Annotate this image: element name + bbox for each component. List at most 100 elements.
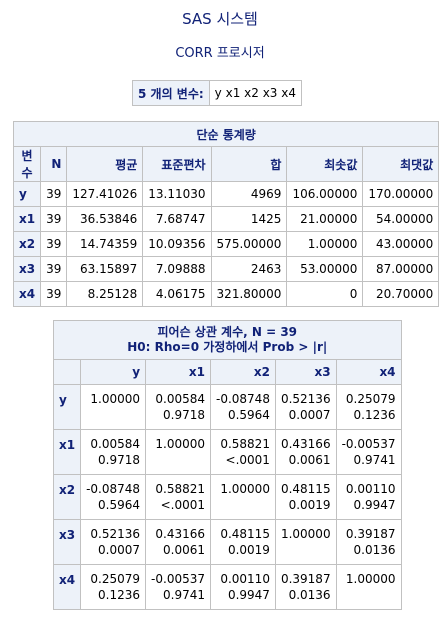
corr-coefficient: 0.52136 [280,392,331,406]
corr-pvalue: 0.0019 [227,543,270,557]
corr-pvalue: 0.1236 [98,588,141,602]
corr-coefficient: 0.00584 [155,392,205,406]
corr-column-header: x2 [210,359,276,385]
stats-cell: 53.00000 [286,256,364,282]
corr-row-label: x3 [52,519,82,565]
simple-stats-table: 단순 통계량 변수 N 평균 표준편차 합 최솟값 최댓값 y 39 127.410… [12,121,440,307]
corr-cell: -0.00537 0.9741 [335,429,402,475]
corr-coefficient: 1.00000 [90,392,141,406]
stats-cell: 4969 [210,181,288,207]
corr-cell: 0.00584 0.9718 [80,429,147,475]
corr-coefficient: 0.25079 [90,572,141,586]
corr-cell: 1.00000 [335,564,402,610]
stats-cell: 8.25128 [66,281,144,307]
corr-pvalue: 0.0019 [288,498,331,512]
corr-coefficient: 0.00110 [220,572,270,586]
stats-row: y 39 127.41026 13.11030 4969 106.00000 170.000… [12,181,440,207]
corr-pvalue: 0.0007 [98,543,141,557]
corr-cell: 0.43166 0.0061 [145,519,211,565]
corr-pvalue: 0.9718 [98,453,141,467]
corr-cell: 0.00110 0.9947 [335,474,402,520]
corr-row-label: y [52,384,82,430]
corr-cell: 0.39187 0.0136 [335,519,402,565]
corr-pvalue: <.0001 [160,498,205,512]
stats-cell: 87.00000 [362,256,440,282]
corr-column-header: x3 [274,359,337,385]
stats-row-label: x2 [12,231,42,257]
correlation-table: 피어슨 상관 계수, N = 39 H0: Rho=0 가정하에서 Prob >… [52,320,402,610]
stats-cell: 20.70000 [362,281,440,307]
corr-column-header: x1 [145,359,211,385]
corr-coefficient: 0.39187 [345,527,396,541]
corr-column-header: y [80,359,147,385]
corr-coefficient: 0.48115 [280,482,331,496]
corr-cell: 0.52136 0.0007 [274,384,337,430]
stats-row: x3 39 63.15897 7.09888 2463 53.00000 87.00000 [12,256,440,282]
corr-column-header: x4 [335,359,402,385]
stats-header: N [40,146,68,182]
correlation-title-line2: H0: Rho=0 가정하에서 Prob > |r| [127,340,328,354]
stats-cell: 575.00000 [210,231,288,257]
stats-cell: 39 [40,281,68,307]
corr-pvalue: 0.1236 [353,408,396,422]
correlation-title-line1: 피어슨 상관 계수, N = 39 [157,325,298,339]
procedure-title: CORR 프로시저 [175,46,265,61]
stats-cell: 39 [40,206,68,232]
corr-coefficient: 0.43166 [280,437,331,451]
corr-cell: 1.00000 [145,429,211,475]
stats-cell: 39 [40,181,68,207]
stats-row: x1 39 36.53846 7.68747 1425 21.00000 54.00000 [12,206,440,232]
corr-coefficient: -0.00537 [151,572,205,586]
stats-cell: 39 [40,231,68,257]
corr-pvalue: 0.5964 [98,498,141,512]
stats-header: 최댓값 [362,146,440,182]
corr-coefficient: 0.39187 [280,572,331,586]
corr-row: x3 0.52136 0.0007 0.43166 0.0061 0.48115 0.001… [52,519,402,565]
variables-list: y x1 x2 x3 x4 [208,80,302,106]
corr-corner-header [52,359,82,385]
corr-cell: 1.00000 [80,384,147,430]
corr-cell: 0.39187 0.0136 [274,564,337,610]
corr-pvalue: 0.9947 [353,498,396,512]
stats-header: 평균 [66,146,144,182]
corr-pvalue: 0.0136 [288,588,331,602]
stats-row: x4 39 8.25128 4.06175 321.80000 0 20.70000 [12,281,440,307]
corr-coefficient: 0.00110 [345,482,396,496]
stats-cell: 43.00000 [362,231,440,257]
stats-cell: 39 [40,256,68,282]
stats-header: 최솟값 [286,146,364,182]
corr-pvalue: 0.5964 [227,408,270,422]
corr-pvalue: 0.9741 [353,453,396,467]
corr-cell: 1.00000 [210,474,276,520]
corr-cell: 0.43166 0.0061 [274,429,337,475]
corr-cell: -0.00537 0.9741 [145,564,211,610]
stats-cell: 106.00000 [286,181,364,207]
page-title: SAS 시스템 [182,10,258,28]
corr-coefficient: 0.00584 [90,437,141,451]
simple-stats-title: 단순 통계량 [12,121,440,147]
correlation-title: 피어슨 상관 계수, N = 39 H0: Rho=0 가정하에서 Prob >… [53,320,402,360]
stats-cell: 13.11030 [142,181,212,207]
stats-cell: 36.53846 [66,206,144,232]
corr-cell: 0.58821 <.0001 [210,429,276,475]
corr-coefficient: -0.08748 [216,392,270,406]
corr-row-label: x1 [52,429,82,475]
corr-cell: -0.08748 0.5964 [80,474,147,520]
stats-row-label: x3 [12,256,42,282]
stats-row: x2 39 14.74359 10.09356 575.00000 1.00000 43.0… [12,231,440,257]
stats-cell: 54.00000 [362,206,440,232]
corr-row: x1 0.00584 0.9718 1.00000 0.58821 <.0001 0.431… [52,429,402,475]
corr-pvalue: 0.9947 [227,588,270,602]
stats-cell: 321.80000 [210,281,288,307]
corr-coefficient: 1.00000 [155,437,205,451]
corr-coefficient: 1.00000 [345,572,396,586]
corr-cell: 1.00000 [274,519,337,565]
stats-row-label: y [12,181,42,207]
corr-row-label: x2 [52,474,82,520]
stats-cell: 7.09888 [142,256,212,282]
corr-cell: 0.52136 0.0007 [80,519,147,565]
stats-cell: 170.00000 [362,181,440,207]
stats-cell: 63.15897 [66,256,144,282]
stats-cell: 127.41026 [66,181,144,207]
corr-coefficient: 0.52136 [90,527,141,541]
